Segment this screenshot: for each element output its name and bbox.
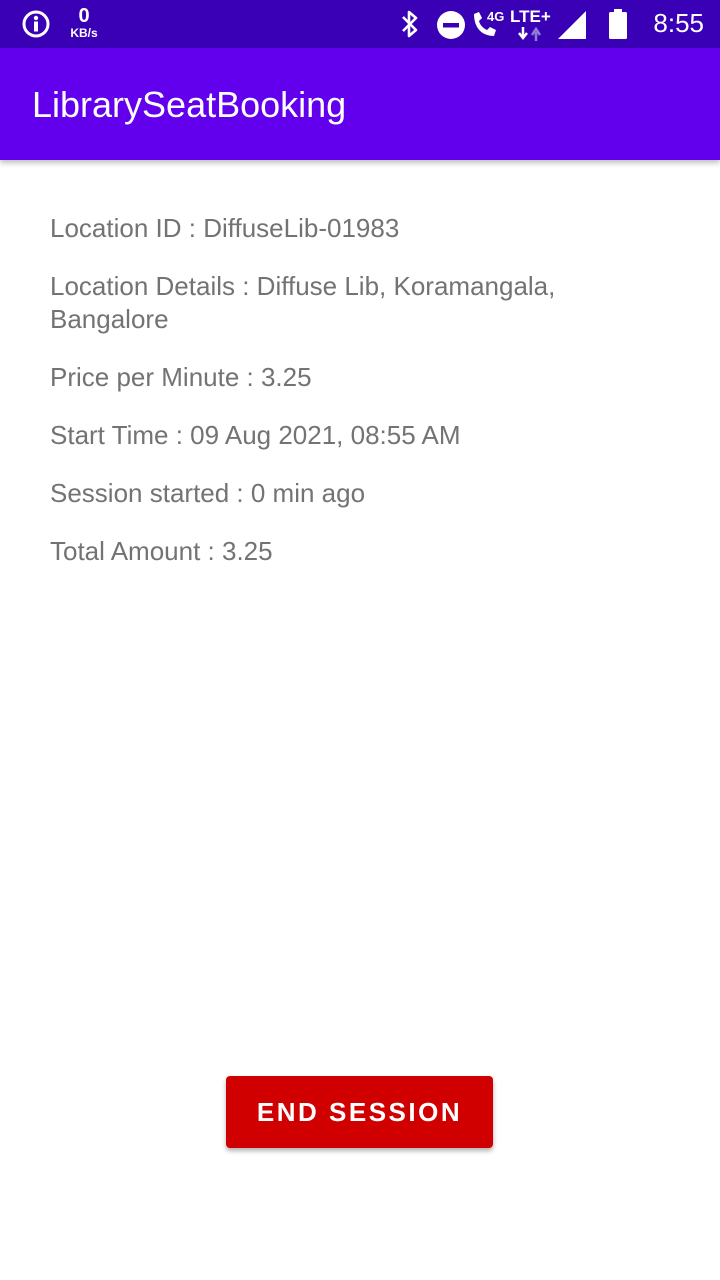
location-id-text: Location ID : DiffuseLib-01983 bbox=[50, 213, 400, 243]
data-speed-indicator: 0 KB/s bbox=[64, 6, 104, 39]
info-icon bbox=[22, 10, 50, 38]
signal-icon bbox=[558, 11, 586, 39]
do-not-disturb-icon bbox=[437, 11, 465, 39]
bluetooth-icon bbox=[402, 10, 418, 38]
lte-data-arrows-icon bbox=[518, 26, 542, 41]
status-time: 8:55 bbox=[653, 8, 704, 38]
data-speed-unit: KB/s bbox=[70, 26, 98, 40]
battery-icon bbox=[609, 9, 627, 39]
session-started-text: Session started : 0 min ago bbox=[50, 478, 366, 508]
network-type-label: 4G bbox=[487, 9, 504, 24]
location-details-text: Location Details : Diffuse Lib, Koramang… bbox=[50, 271, 556, 334]
wifi-calling-icon: 4G bbox=[474, 9, 504, 36]
app-title: LibrarySeatBooking bbox=[32, 84, 347, 125]
total-amount-text: Total Amount : 3.25 bbox=[50, 536, 273, 566]
lte-label: LTE+ bbox=[510, 7, 551, 26]
data-speed-value: 0 bbox=[78, 5, 90, 27]
status-bar: 0 KB/s 4G LTE+ 8:55 bbox=[0, 0, 720, 48]
app-bar: LibrarySeatBooking bbox=[0, 48, 720, 160]
start-time-text: Start Time : 09 Aug 2021, 08:55 AM bbox=[50, 420, 461, 450]
session-details: Location ID : DiffuseLib-01983 Location … bbox=[50, 212, 650, 593]
price-per-minute-text: Price per Minute : 3.25 bbox=[50, 362, 312, 392]
end-session-button[interactable]: END SESSION bbox=[226, 1076, 493, 1148]
screen: 0 KB/s 4G LTE+ 8:55 LibrarySeatBooking L… bbox=[0, 0, 720, 1280]
